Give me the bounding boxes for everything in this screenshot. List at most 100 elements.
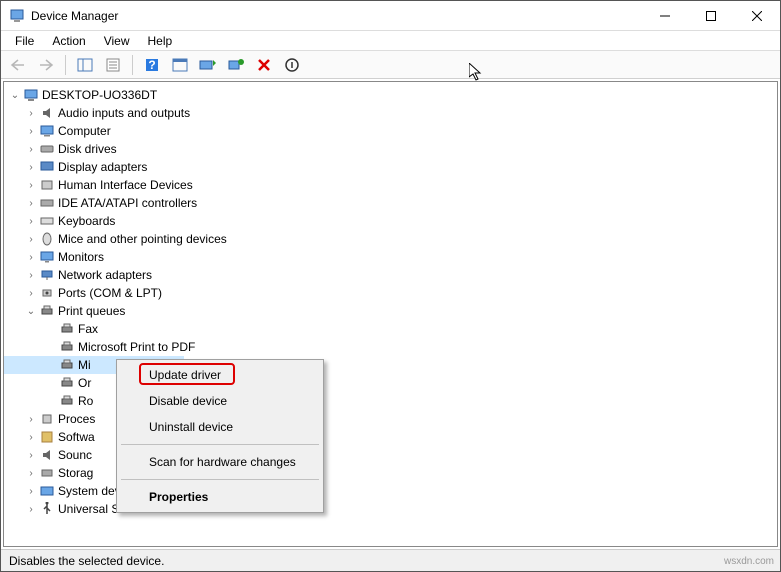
chevron-right-icon[interactable]: ›: [24, 178, 38, 192]
close-button[interactable]: [734, 1, 780, 31]
tree-item-label: Network adapters: [58, 268, 152, 282]
help-button[interactable]: ?: [141, 54, 163, 76]
tree-item[interactable]: ›Monitors: [4, 248, 777, 266]
computer-icon: [22, 87, 40, 103]
chevron-right-icon[interactable]: ›: [24, 502, 38, 516]
tree-item-label: Sounc: [58, 448, 92, 462]
chevron-down-icon[interactable]: ⌄: [24, 304, 38, 318]
show-hide-tree-button[interactable]: [74, 54, 96, 76]
usb-icon: [38, 501, 56, 517]
tree-item[interactable]: Microsoft Print to PDF: [4, 338, 777, 356]
ctx-scan-hardware[interactable]: Scan for hardware changes: [119, 449, 321, 475]
properties-button[interactable]: [102, 54, 124, 76]
mouse-icon: [38, 231, 56, 247]
tree-item-label: Human Interface Devices: [58, 178, 193, 192]
tree-item[interactable]: › Disk drives: [4, 140, 777, 158]
tree-root[interactable]: ⌄ DESKTOP-UO336DT: [4, 86, 777, 104]
display-icon: [38, 159, 56, 175]
chevron-right-icon[interactable]: ›: [24, 484, 38, 498]
tree-item[interactable]: ›Ports (COM & LPT): [4, 284, 777, 302]
tree-item-label: Ro: [78, 394, 93, 408]
maximize-button[interactable]: [688, 1, 734, 31]
chevron-right-icon[interactable]: ›: [24, 466, 38, 480]
tree-item[interactable]: › IDE ATA/ATAPI controllers: [4, 194, 777, 212]
chevron-right-icon[interactable]: ›: [24, 286, 38, 300]
context-menu-separator: [121, 444, 319, 445]
tree-item-label: Mi: [78, 358, 91, 372]
chevron-down-icon[interactable]: ⌄: [8, 88, 22, 102]
ctx-properties[interactable]: Properties: [119, 484, 321, 510]
ctx-disable-device[interactable]: Disable device: [119, 388, 321, 414]
sound-icon: [38, 447, 56, 463]
chevron-right-icon[interactable]: ›: [24, 448, 38, 462]
tree-item-label: Computer: [58, 124, 111, 138]
chevron-right-icon[interactable]: ›: [24, 430, 38, 444]
statusbar: Disables the selected device.: [1, 549, 780, 571]
tree-item[interactable]: Fax: [4, 320, 777, 338]
uninstall-button[interactable]: [253, 54, 275, 76]
chevron-right-icon[interactable]: ›: [24, 232, 38, 246]
tree-item-label: Fax: [78, 322, 98, 336]
menu-action[interactable]: Action: [44, 32, 93, 50]
chevron-right-icon[interactable]: ›: [24, 250, 38, 264]
tree-root-label: DESKTOP-UO336DT: [42, 88, 157, 102]
toolbar-separator: [65, 55, 66, 75]
printer-icon: [58, 321, 76, 337]
tree-item-label: Proces: [58, 412, 95, 426]
context-menu-separator: [121, 479, 319, 480]
keyboard-icon: [38, 213, 56, 229]
toolbar-separator: [132, 55, 133, 75]
tree-item-label: Audio inputs and outputs: [58, 106, 190, 120]
chevron-right-icon[interactable]: ›: [24, 214, 38, 228]
tree-item[interactable]: ›Display adapters: [4, 158, 777, 176]
hid-icon: [38, 177, 56, 193]
tree-item[interactable]: › Network adapters: [4, 266, 777, 284]
audio-icon: [38, 105, 56, 121]
printer-icon: [38, 303, 56, 319]
context-menu: Update driver Disable device Uninstall d…: [116, 359, 324, 513]
update-driver-button[interactable]: [197, 54, 219, 76]
ctx-uninstall-device[interactable]: Uninstall device: [119, 414, 321, 440]
software-icon: [38, 429, 56, 445]
printer-icon: [58, 393, 76, 409]
chevron-right-icon[interactable]: ›: [24, 160, 38, 174]
chevron-right-icon[interactable]: ›: [24, 268, 38, 282]
chevron-right-icon[interactable]: ›: [24, 124, 38, 138]
printer-icon: [58, 357, 76, 373]
forward-button[interactable]: [35, 54, 57, 76]
chevron-right-icon[interactable]: ›: [24, 142, 38, 156]
scan-hardware-button[interactable]: [225, 54, 247, 76]
tree-item[interactable]: › Mice and other pointing devices: [4, 230, 777, 248]
tree-item-label: Disk drives: [58, 142, 117, 156]
back-button[interactable]: [7, 54, 29, 76]
tree-item[interactable]: › Keyboards: [4, 212, 777, 230]
titlebar: Device Manager: [1, 1, 780, 31]
monitor-icon: [38, 249, 56, 265]
tree-item-print-queues[interactable]: ⌄Print queues: [4, 302, 777, 320]
minimize-button[interactable]: [642, 1, 688, 31]
chevron-right-icon[interactable]: ›: [24, 412, 38, 426]
ctx-update-driver[interactable]: Update driver: [119, 362, 321, 388]
menu-view[interactable]: View: [96, 32, 138, 50]
menu-help[interactable]: Help: [140, 32, 181, 50]
disable-button[interactable]: [281, 54, 303, 76]
window-controls: [642, 1, 780, 31]
chevron-right-icon[interactable]: ›: [24, 106, 38, 120]
window-title: Device Manager: [31, 9, 642, 23]
tree-item[interactable]: › Computer: [4, 122, 777, 140]
device-manager-icon: [9, 8, 25, 24]
chevron-right-icon[interactable]: ›: [24, 196, 38, 210]
printer-icon: [58, 375, 76, 391]
tree-item[interactable]: › Human Interface Devices: [4, 176, 777, 194]
tree-item-label: Softwa: [58, 430, 95, 444]
storage-icon: [38, 465, 56, 481]
watermark: wsxdn.com: [724, 556, 774, 567]
menu-file[interactable]: File: [7, 32, 42, 50]
ide-icon: [38, 195, 56, 211]
tree-item[interactable]: › Audio inputs and outputs: [4, 104, 777, 122]
toolbar: ?: [1, 51, 780, 79]
tree-item-label: IDE ATA/ATAPI controllers: [58, 196, 197, 210]
tree-item-label: Mice and other pointing devices: [58, 232, 227, 246]
tree-item-label: Keyboards: [58, 214, 115, 228]
action-button[interactable]: [169, 54, 191, 76]
